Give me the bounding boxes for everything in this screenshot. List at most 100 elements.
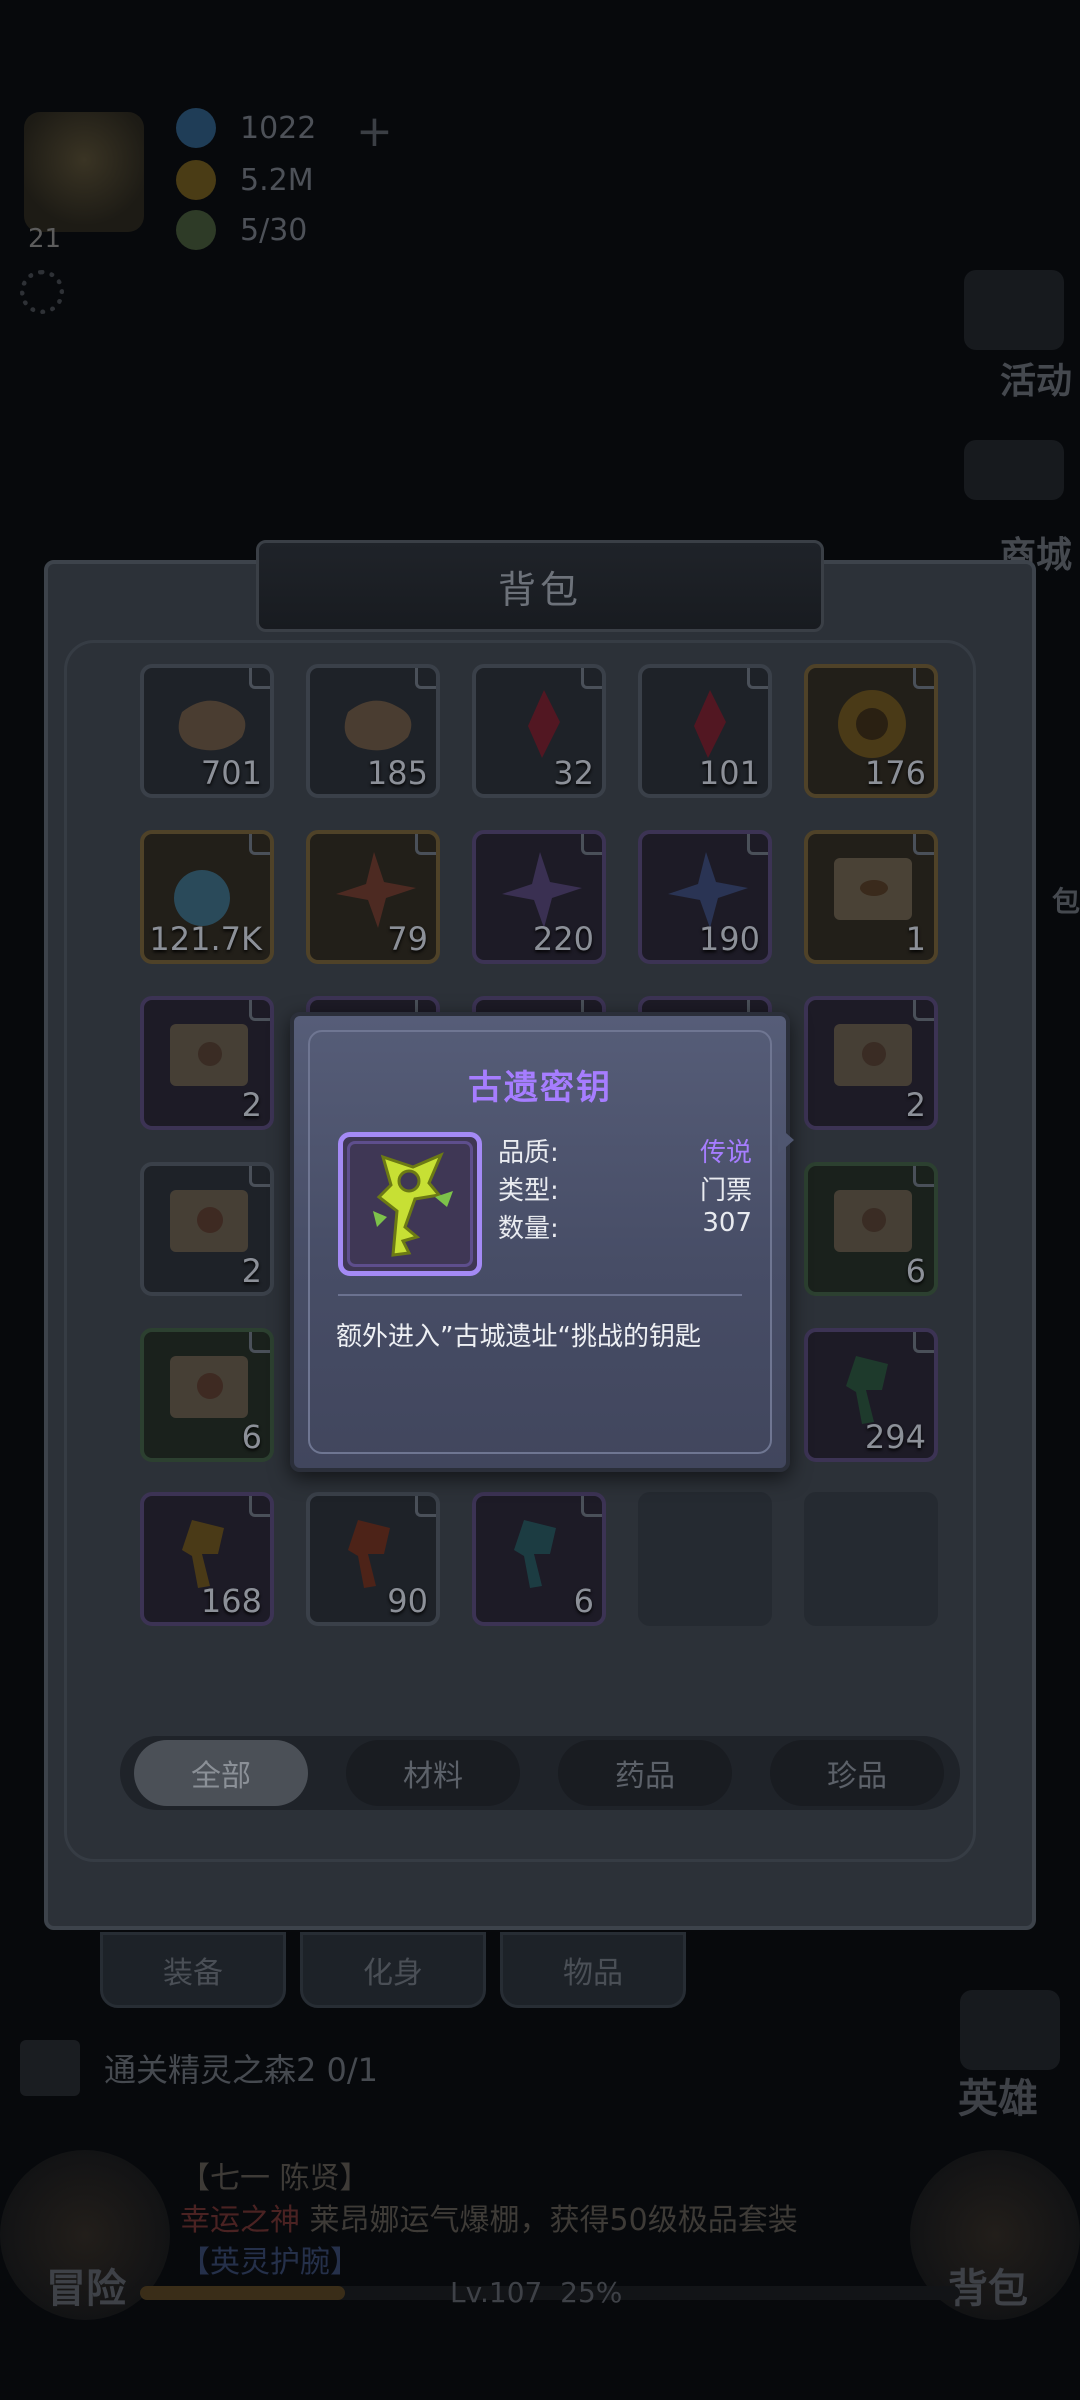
red-crystal-icon	[528, 690, 560, 758]
inventory-slot[interactable]: 294	[804, 1328, 938, 1462]
diamond-count: 1022	[240, 110, 317, 146]
golden-key-icon	[182, 1520, 224, 1588]
shop-icon[interactable]	[964, 440, 1064, 500]
news-broadcast: 【七一 陈贤】 幸运之神 莱昂娜运气爆棚，获得50级极品套装 【英灵护腕】	[180, 2158, 798, 2284]
item-count: 2	[241, 1086, 262, 1124]
news-message: 莱昂娜运气爆棚，获得50级极品套装	[309, 2203, 798, 2238]
bone-fragment-icon	[344, 700, 412, 751]
teal-key-icon	[514, 1520, 556, 1588]
scroll-icon	[170, 1024, 248, 1086]
item-count: 294	[864, 1418, 926, 1456]
count-label: 数量:	[498, 1214, 559, 1244]
tab-items[interactable]: 物品	[500, 1932, 686, 2008]
add-diamond-button[interactable]: +	[356, 106, 393, 157]
bag-side-label[interactable]: 包	[1052, 880, 1080, 920]
inventory-slot[interactable]: 101	[638, 664, 772, 798]
settings-gear-icon[interactable]	[20, 270, 64, 314]
type-value: 门票	[699, 1176, 752, 1206]
item-count: 79	[387, 920, 428, 958]
gold-resource: 5.2M	[176, 160, 314, 200]
hero-icon[interactable]	[960, 1990, 1060, 2070]
news-player-name: 七一 陈贤】	[210, 2161, 370, 2196]
red-shuriken-icon	[336, 852, 416, 928]
quality-row: 品质: 传说	[498, 1132, 752, 1169]
empty-slot[interactable]	[804, 1492, 938, 1626]
inventory-slot[interactable]: 2	[140, 996, 274, 1130]
inventory-slot[interactable]: 2	[140, 1162, 274, 1296]
inventory-slot[interactable]: 32	[472, 664, 606, 798]
quest-tracker[interactable]: 通关精灵之森2 0/1	[20, 2040, 378, 2096]
inventory-slot[interactable]: 190	[638, 830, 772, 964]
popup-pointer	[778, 1126, 794, 1154]
tab-equipment[interactable]: 装备	[100, 1932, 286, 2008]
blue-shuriken-icon	[668, 852, 748, 928]
inventory-slot[interactable]: 2	[804, 996, 938, 1130]
gold-emblem-icon	[838, 690, 906, 758]
player-level: 21	[28, 224, 62, 254]
inventory-slot[interactable]: 1	[804, 830, 938, 964]
inventory-slot[interactable]: 90	[306, 1492, 440, 1626]
bag-button[interactable]: 背包	[948, 2256, 1028, 2314]
tab-all[interactable]: 全部	[134, 1740, 308, 1806]
red-crystal-icon	[694, 690, 726, 758]
tab-materials[interactable]: 材料	[346, 1740, 520, 1806]
bone-fragment-icon	[178, 700, 246, 751]
purple-shuriken-icon	[502, 852, 582, 928]
hero-button[interactable]: 英雄	[958, 2066, 1038, 2124]
item-count: 190	[698, 920, 760, 958]
item-count: 176	[864, 754, 926, 792]
inventory-slot[interactable]: 121.7K	[140, 830, 274, 964]
gold-count: 5.2M	[240, 162, 314, 198]
item-count: 185	[366, 754, 428, 792]
item-count: 32	[553, 754, 594, 792]
inventory-slot[interactable]: 6	[140, 1328, 274, 1462]
stamina-resource: 5/30	[176, 210, 307, 250]
activity-icon[interactable]	[964, 270, 1064, 350]
player-avatar[interactable]	[24, 112, 144, 232]
scroll-icon	[834, 1190, 912, 1252]
quality-value: 传说	[699, 1138, 752, 1168]
item-detail-popup: 古遗密钥 品质: 传说 类型: 门票 数量: 307 额外进入”古城遗址“挑战的…	[290, 1012, 794, 1472]
empty-slot[interactable]	[638, 1492, 772, 1626]
tab-avatar[interactable]: 化身	[300, 1932, 486, 2008]
diamond-icon	[176, 108, 216, 148]
inventory-slot[interactable]: 168	[140, 1492, 274, 1626]
item-count: 90	[387, 1582, 428, 1620]
scroll-icon	[834, 1024, 912, 1086]
gold-coin-icon	[176, 160, 216, 200]
inventory-slot[interactable]: 701	[140, 664, 274, 798]
inventory-slot[interactable]: 79	[306, 830, 440, 964]
item-count: 220	[532, 920, 594, 958]
blue-orb-icon	[174, 870, 230, 926]
red-key-icon	[348, 1520, 390, 1588]
count-row: 数量: 307	[498, 1208, 752, 1245]
item-count: 6	[905, 1252, 926, 1290]
green-key-icon	[846, 1356, 888, 1424]
item-count: 2	[905, 1086, 926, 1124]
inventory-slot[interactable]: 220	[472, 830, 606, 964]
item-count: 701	[200, 754, 262, 792]
tab-potions[interactable]: 药品	[558, 1740, 732, 1806]
stamina-icon	[176, 210, 216, 250]
inventory-tabs: 装备 化身 物品	[100, 1932, 686, 2008]
inventory-slot[interactable]: 185	[306, 664, 440, 798]
xp-text: Lv.107 25%	[450, 2276, 622, 2309]
item-icon-frame	[338, 1132, 482, 1276]
item-count: 1	[905, 920, 926, 958]
type-row: 类型: 门票	[498, 1170, 752, 1207]
inventory-slot[interactable]: 6	[804, 1162, 938, 1296]
news-tag: 幸运之神	[180, 2203, 300, 2238]
news-bracket: 【	[180, 2161, 210, 2196]
popup-divider	[338, 1294, 742, 1296]
type-label: 类型:	[498, 1176, 559, 1206]
adventure-button[interactable]: 冒险	[46, 2256, 126, 2314]
item-count: 101	[698, 754, 760, 792]
tab-treasures[interactable]: 珍品	[770, 1740, 944, 1806]
item-description: 额外进入”古城遗址“挑战的钥匙	[336, 1322, 701, 1352]
inventory-slot[interactable]: 6	[472, 1492, 606, 1626]
item-name: 古遗密钥	[468, 1068, 612, 1108]
activity-label[interactable]: 活动	[1000, 352, 1072, 404]
item-count: 2	[241, 1252, 262, 1290]
inventory-slot[interactable]: 176	[804, 664, 938, 798]
xp-level: Lv.107	[450, 2276, 543, 2309]
